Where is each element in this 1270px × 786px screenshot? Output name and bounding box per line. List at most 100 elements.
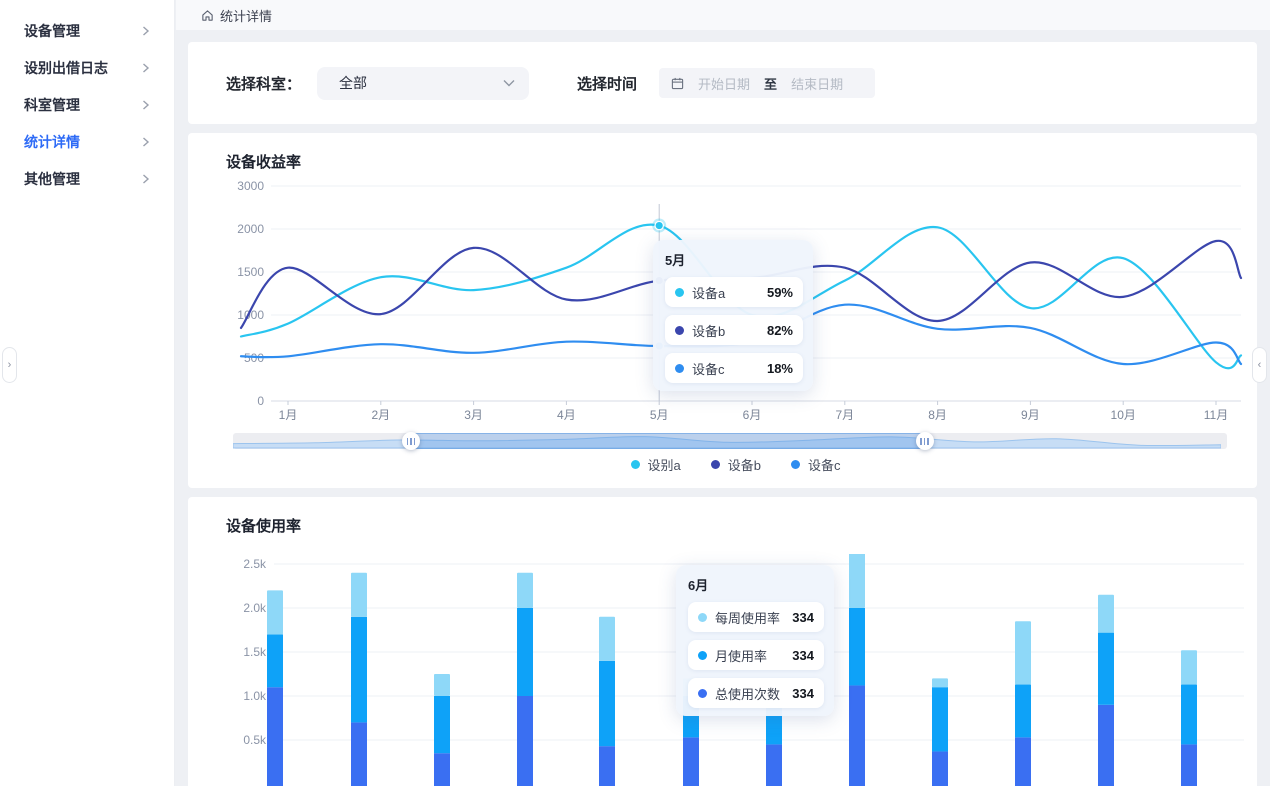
- series-label: 设备b: [692, 321, 725, 340]
- legend-item[interactable]: 设备c: [791, 455, 841, 474]
- revenue-chart-card: 设备收益率 300020001500100050001月2月3月4月5月6月7月…: [188, 133, 1257, 488]
- sidebar-item-label: 统计详情: [24, 132, 80, 152]
- svg-text:1.5k: 1.5k: [243, 645, 267, 659]
- sidebar-item-label: 设别出借日志: [24, 58, 108, 78]
- series-value: 334: [792, 686, 814, 701]
- chevron-right-icon: [142, 100, 150, 110]
- svg-text:8月: 8月: [928, 408, 947, 422]
- tooltip-row: 月使用率 334: [688, 640, 824, 670]
- chevron-right-icon: [142, 63, 150, 73]
- sidebar-item[interactable]: 其他管理: [0, 160, 174, 197]
- sidebar-item-label: 其他管理: [24, 169, 80, 189]
- date-end-placeholder[interactable]: 结束日期: [791, 74, 843, 93]
- legend-label: 设备b: [728, 455, 761, 474]
- sidebar-item-label: 科室管理: [24, 95, 80, 115]
- legend-dot: [631, 460, 640, 469]
- series-label: 总使用次数: [715, 684, 780, 703]
- svg-text:10月: 10月: [1111, 408, 1136, 422]
- tooltip-title: 5月: [665, 250, 803, 269]
- series-value: 59%: [767, 285, 793, 300]
- sidebar-item-label: 设备管理: [24, 21, 80, 41]
- svg-text:2.0k: 2.0k: [243, 601, 267, 615]
- series-label: 设备a: [692, 283, 725, 302]
- breadcrumb-label: 统计详情: [220, 6, 272, 25]
- series-value: 334: [792, 648, 814, 663]
- svg-text:4月: 4月: [557, 408, 576, 422]
- chevron-right-icon: [142, 137, 150, 147]
- series-dot: [698, 613, 707, 622]
- dept-select-value: 全部: [339, 73, 367, 93]
- series-dot: [698, 651, 707, 660]
- datazoom-slider[interactable]: [233, 433, 1227, 449]
- legend-dot: [711, 460, 720, 469]
- datazoom-left-handle[interactable]: [402, 432, 420, 450]
- calendar-icon: [671, 77, 684, 90]
- series-dot: [675, 364, 684, 373]
- legend-label: 设别a: [648, 455, 681, 474]
- datazoom-right-handle[interactable]: [916, 432, 934, 450]
- svg-text:2月: 2月: [371, 408, 390, 422]
- series-label: 设备c: [692, 359, 725, 378]
- usage-chart-title: 设备使用率: [226, 515, 1245, 536]
- svg-text:5月: 5月: [650, 408, 669, 422]
- sidebar-item[interactable]: 设备管理: [0, 12, 174, 49]
- svg-text:1.0k: 1.0k: [243, 689, 267, 703]
- legend-label: 设备c: [808, 455, 841, 474]
- series-value: 18%: [767, 361, 793, 376]
- svg-text:11月: 11月: [1204, 408, 1228, 422]
- svg-text:3月: 3月: [464, 408, 483, 422]
- revenue-chart-title: 设备收益率: [226, 151, 1245, 172]
- svg-text:2.5k: 2.5k: [243, 557, 267, 571]
- chevron-down-icon: [503, 79, 515, 87]
- filter-bar: 选择科室： 全部 选择时间 开始日期 至 结束日期: [188, 42, 1257, 124]
- svg-text:3000: 3000: [237, 179, 264, 193]
- time-filter-label: 选择时间: [577, 73, 637, 94]
- tooltip-row: 设备c 18%: [665, 353, 803, 383]
- breadcrumb: 统计详情: [176, 0, 1270, 30]
- series-dot: [698, 689, 707, 698]
- sidebar: 设备管理 设别出借日志 科室管理 统计详情 其他管理: [0, 0, 175, 786]
- tooltip-title: 6月: [688, 575, 824, 594]
- tooltip-row: 设备a 59%: [665, 277, 803, 307]
- series-dot: [675, 288, 684, 297]
- svg-text:7月: 7月: [835, 408, 854, 422]
- tooltip-row: 总使用次数 334: [688, 678, 824, 708]
- series-label: 每周使用率: [715, 608, 780, 627]
- svg-text:0.5k: 0.5k: [243, 733, 267, 747]
- date-separator: 至: [764, 74, 777, 93]
- chevron-right-icon: [142, 174, 150, 184]
- dept-filter-label: 选择科室：: [226, 73, 301, 94]
- chart-legend: 设别a 设备b 设备c: [226, 455, 1245, 474]
- series-value: 334: [792, 610, 814, 625]
- chevron-left-icon: ‹: [1258, 359, 1262, 371]
- sidebar-item[interactable]: 统计详情: [0, 123, 174, 160]
- tooltip-row: 每周使用率 334: [688, 602, 824, 632]
- legend-dot: [791, 460, 800, 469]
- svg-text:1月: 1月: [279, 408, 298, 422]
- svg-text:2000: 2000: [237, 222, 264, 236]
- tooltip-row: 设备b 82%: [665, 315, 803, 345]
- svg-text:9月: 9月: [1021, 408, 1040, 422]
- legend-item[interactable]: 设备b: [711, 455, 761, 474]
- sidebar-item[interactable]: 科室管理: [0, 86, 174, 123]
- sidebar-item[interactable]: 设别出借日志: [0, 49, 174, 86]
- date-start-placeholder[interactable]: 开始日期: [698, 74, 750, 93]
- revenue-tooltip: 5月 设备a 59% 设备b 82% 设备c 18%: [653, 240, 813, 391]
- date-range-picker[interactable]: 开始日期 至 结束日期: [659, 68, 875, 98]
- usage-tooltip: 6月 每周使用率 334 月使用率 334 总使用次数 334: [676, 565, 834, 716]
- expand-left-panel-button[interactable]: ›: [2, 347, 17, 383]
- main-area: 统计详情 选择科室： 全部 选择时间 开始日期 至 结束日期: [176, 0, 1270, 786]
- chevron-right-icon: [142, 26, 150, 36]
- series-dot: [675, 326, 684, 335]
- chevron-right-icon: ›: [8, 359, 12, 371]
- home-icon[interactable]: [201, 9, 214, 22]
- series-value: 82%: [767, 323, 793, 338]
- svg-text:1500: 1500: [237, 265, 264, 279]
- svg-text:0: 0: [257, 394, 264, 408]
- dept-select[interactable]: 全部: [317, 67, 529, 100]
- usage-chart-card: 设备使用率 2.5k 2.0k 1.5k 1.0k 0.5k 6月 每周使用率 334 …: [188, 497, 1257, 786]
- collapse-right-panel-button[interactable]: ‹: [1252, 347, 1267, 383]
- svg-text:6月: 6月: [743, 408, 762, 422]
- datazoom-window[interactable]: [411, 433, 925, 449]
- legend-item[interactable]: 设别a: [631, 455, 681, 474]
